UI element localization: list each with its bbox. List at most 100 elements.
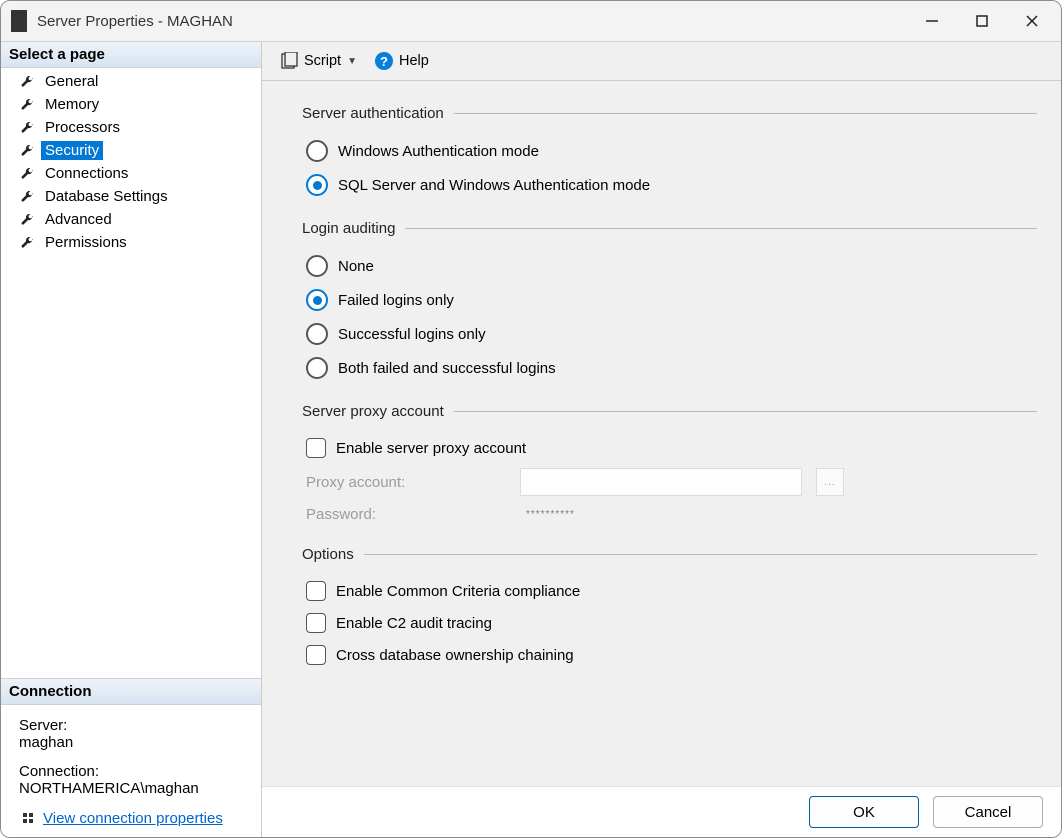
auth-option[interactable]: SQL Server and Windows Authentication mo…: [302, 168, 1037, 202]
sidebar-item-label: Advanced: [41, 210, 116, 229]
connection-block: Server: maghan Connection: NORTHAMERICA\…: [1, 705, 261, 837]
enable-proxy-row[interactable]: Enable server proxy account: [302, 432, 1037, 464]
sidebar-item-label: Processors: [41, 118, 124, 137]
audit-option[interactable]: None: [302, 249, 1037, 283]
properties-icon: [19, 809, 37, 827]
sidebar-item-label: General: [41, 72, 102, 91]
minimize-button[interactable]: [919, 8, 945, 34]
audit-option[interactable]: Successful logins only: [302, 317, 1037, 351]
sidebar-item-memory[interactable]: Memory: [1, 93, 261, 116]
audit-radio[interactable]: [306, 289, 328, 311]
window-controls: [919, 8, 1051, 34]
audit-radio[interactable]: [306, 255, 328, 277]
auth-option-label: Windows Authentication mode: [338, 143, 539, 160]
sidebar-header: Select a page: [1, 42, 261, 68]
auth-option[interactable]: Windows Authentication mode: [302, 134, 1037, 168]
sidebar: Select a page General Memory Processors Sec…: [1, 42, 262, 837]
section-login-auditing: Login auditing None Failed logins only Suc…: [302, 220, 1037, 385]
wrench-icon: [19, 235, 35, 251]
server-value: maghan: [19, 734, 73, 751]
audit-option-label: Failed logins only: [338, 292, 454, 309]
dialog-footer: OK Cancel: [262, 786, 1061, 837]
sidebar-item-processors[interactable]: Processors: [1, 116, 261, 139]
proxy-account-label: Proxy account:: [306, 474, 506, 491]
audit-option-label: Both failed and successful logins: [338, 360, 556, 377]
sidebar-item-label: Database Settings: [41, 187, 172, 206]
connection-header: Connection: [1, 678, 261, 705]
wrench-icon: [19, 189, 35, 205]
auth-radio[interactable]: [306, 140, 328, 162]
audit-option[interactable]: Both failed and successful logins: [302, 351, 1037, 385]
help-button[interactable]: ? Help: [371, 50, 433, 72]
ok-button[interactable]: OK: [809, 796, 919, 828]
view-connection-properties-link[interactable]: View connection properties: [43, 810, 223, 827]
wrench-icon: [19, 143, 35, 159]
sidebar-item-database-settings[interactable]: Database Settings: [1, 185, 261, 208]
option-label: Enable C2 audit tracing: [336, 615, 492, 632]
audit-radio[interactable]: [306, 357, 328, 379]
sidebar-item-label: Connections: [41, 164, 132, 183]
auth-option-label: SQL Server and Windows Authentication mo…: [338, 177, 650, 194]
section-server-authentication: Server authentication Windows Authentica…: [302, 105, 1037, 202]
divider: [364, 554, 1037, 555]
section-title: Options: [302, 546, 354, 563]
audit-option-label: None: [338, 258, 374, 275]
enable-proxy-checkbox[interactable]: [306, 438, 326, 458]
proxy-password-input: **********: [520, 504, 806, 524]
auth-radio[interactable]: [306, 174, 328, 196]
connection-label: Connection:: [19, 763, 247, 780]
section-title: Login auditing: [302, 220, 395, 237]
sidebar-item-connections[interactable]: Connections: [1, 162, 261, 185]
close-button[interactable]: [1019, 8, 1045, 34]
connection-value: NORTHAMERICA\maghan: [19, 780, 199, 797]
option-checkbox[interactable]: [306, 613, 326, 633]
cancel-button[interactable]: Cancel: [933, 796, 1043, 828]
sidebar-item-label: Security: [41, 141, 103, 160]
wrench-icon: [19, 166, 35, 182]
audit-option[interactable]: Failed logins only: [302, 283, 1037, 317]
option-row[interactable]: Cross database ownership chaining: [302, 639, 1037, 671]
sidebar-item-permissions[interactable]: Permissions: [1, 231, 261, 254]
chevron-down-icon: ▼: [347, 56, 357, 67]
section-server-proxy-account: Server proxy account Enable server proxy…: [302, 403, 1037, 528]
option-checkbox[interactable]: [306, 645, 326, 665]
option-label: Enable Common Criteria compliance: [336, 583, 580, 600]
maximize-button[interactable]: [969, 8, 995, 34]
audit-option-label: Successful logins only: [338, 326, 486, 343]
titlebar: Server Properties - MAGHAN: [1, 1, 1061, 42]
section-title: Server proxy account: [302, 403, 444, 420]
sidebar-item-label: Permissions: [41, 233, 131, 252]
proxy-browse-button: ...: [816, 468, 844, 496]
wrench-icon: [19, 212, 35, 228]
option-row[interactable]: Enable C2 audit tracing: [302, 607, 1037, 639]
section-title: Server authentication: [302, 105, 444, 122]
main-panel: Script ▼ ? Help Server authentication Wi…: [262, 42, 1061, 837]
help-label: Help: [399, 53, 429, 69]
option-label: Cross database ownership chaining: [336, 647, 574, 664]
script-icon: [280, 52, 298, 70]
script-button[interactable]: Script ▼: [276, 50, 361, 72]
sidebar-item-advanced[interactable]: Advanced: [1, 208, 261, 231]
sidebar-item-label: Memory: [41, 95, 103, 114]
server-properties-window: Server Properties - MAGHAN Select a page…: [0, 0, 1062, 838]
server-label: Server:: [19, 717, 247, 734]
audit-radio[interactable]: [306, 323, 328, 345]
divider: [405, 228, 1037, 229]
option-checkbox[interactable]: [306, 581, 326, 601]
content-area: Server authentication Windows Authentica…: [262, 81, 1061, 786]
section-options: Options Enable Common Criteria complianc…: [302, 546, 1037, 671]
sidebar-list: General Memory Processors Security Connectio…: [1, 68, 261, 678]
proxy-password-label: Password:: [306, 506, 506, 523]
server-icon: [11, 10, 27, 32]
wrench-icon: [19, 74, 35, 90]
sidebar-item-general[interactable]: General: [1, 70, 261, 93]
enable-proxy-label: Enable server proxy account: [336, 440, 526, 457]
toolbar: Script ▼ ? Help: [262, 42, 1061, 81]
proxy-account-input: [520, 468, 802, 496]
wrench-icon: [19, 97, 35, 113]
wrench-icon: [19, 120, 35, 136]
option-row[interactable]: Enable Common Criteria compliance: [302, 575, 1037, 607]
window-title: Server Properties - MAGHAN: [37, 13, 919, 30]
script-label: Script: [304, 53, 341, 69]
sidebar-item-security[interactable]: Security: [1, 139, 261, 162]
